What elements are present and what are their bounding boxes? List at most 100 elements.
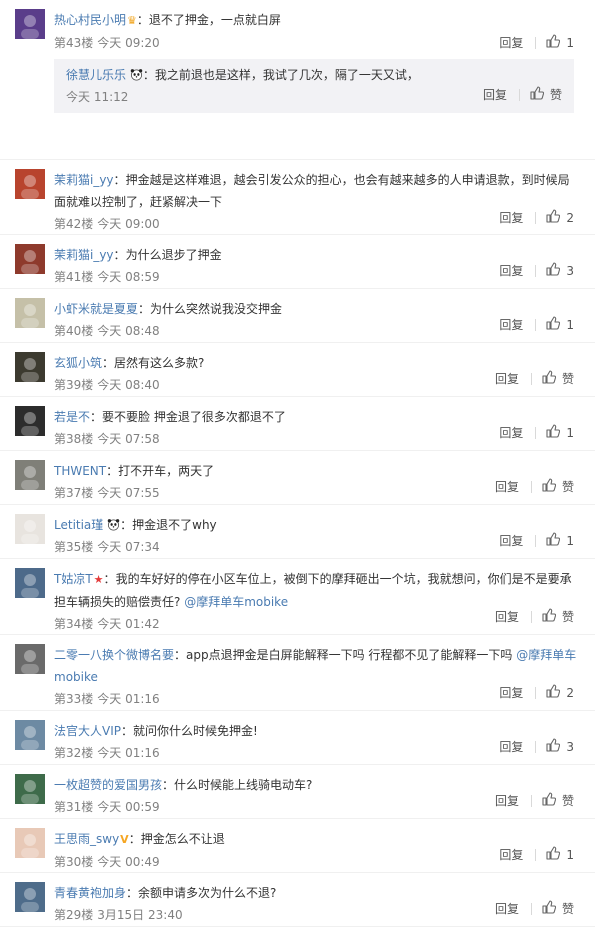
like-button[interactable]: 赞: [542, 792, 574, 809]
reply-button[interactable]: 回复: [495, 370, 531, 387]
avatar[interactable]: [15, 352, 45, 382]
like-count: 2: [566, 685, 574, 700]
comment-time: 今天 09:00: [97, 217, 160, 231]
comment-item: 玄狐小筑：居然有这么多款? 第39楼 今天 08:40 回复 赞: [0, 343, 595, 397]
like-button[interactable]: 1: [546, 316, 574, 333]
action-divider: [530, 480, 532, 493]
avatar[interactable]: [15, 514, 45, 544]
like-button[interactable]: 赞: [542, 478, 574, 495]
reply-button[interactable]: 回复: [499, 262, 535, 279]
reply-button[interactable]: 回复: [499, 684, 535, 701]
username-link[interactable]: 法官大人VIP: [54, 724, 121, 738]
like-button[interactable]: 赞: [542, 608, 574, 625]
like-button[interactable]: 赞: [542, 370, 574, 387]
like-count: 赞: [561, 480, 574, 494]
action-divider: [530, 372, 532, 385]
action-divider: [535, 318, 537, 331]
comment-text: 要不要脸 押金退了很多次都退不了: [102, 410, 286, 424]
username-link[interactable]: 徐慧儿乐乐: [66, 68, 126, 82]
comment-item: 热心村民小明♛：退不了押金，一点就白屏 第43楼 今天 09:20 回复 1 徐慧儿乐乐 …: [0, 0, 595, 160]
reply-button[interactable]: 回复: [499, 846, 535, 863]
like-count: 赞: [561, 902, 574, 916]
reply-button[interactable]: 回复: [499, 738, 535, 755]
comment-actions: 回复 3: [499, 262, 574, 279]
colon-separator: ：: [121, 724, 134, 738]
comment-item: 一枚超赞的爱国男孩：什么时候能上线骑电动车? 第31楼 今天 00:59 回复 赞: [0, 765, 595, 819]
action-divider: [530, 610, 532, 623]
reply-button[interactable]: 回复: [499, 209, 535, 226]
reply-button[interactable]: 回复: [499, 34, 535, 51]
comment-text: 我的车好好的停在小区车位上，被倒下的摩拜砸出一个坑，我就想问，你们是不是要承担车…: [54, 572, 572, 609]
comment-time: 今天 08:48: [97, 324, 160, 338]
like-button[interactable]: 赞: [542, 900, 574, 917]
comment-item: Letitia瑾 ：押金退不了why 第35楼 今天 07:34 回复 1: [0, 505, 595, 559]
comment-actions: 回复 1: [499, 34, 574, 51]
username-link[interactable]: 一枚超赞的爱国男孩: [54, 778, 162, 792]
username-link[interactable]: 茉莉猫i_yy: [54, 248, 114, 262]
reply-button[interactable]: 回复: [495, 792, 531, 809]
colon-separator: ：: [142, 68, 155, 82]
floor-number: 第32楼: [54, 746, 94, 760]
username-link[interactable]: 二零一八换个微博名要: [54, 648, 174, 662]
floor-number: 第41楼: [54, 270, 94, 284]
like-button[interactable]: 1: [546, 846, 574, 863]
comment-time: 3月15日 23:40: [97, 908, 183, 922]
like-button[interactable]: 2: [546, 684, 574, 701]
avatar[interactable]: [15, 406, 45, 436]
action-divider: [530, 902, 532, 915]
username-link[interactable]: THWENT: [54, 464, 106, 478]
subreply-actions: 回复 赞: [483, 86, 562, 103]
avatar[interactable]: [15, 882, 45, 912]
comment-text: 为什么突然说我没交押金: [150, 302, 283, 316]
username-link[interactable]: 热心村民小明: [54, 13, 126, 27]
avatar[interactable]: [15, 460, 45, 490]
reply-button[interactable]: 回复: [499, 532, 535, 549]
avatar[interactable]: [15, 720, 45, 750]
reply-button[interactable]: 回复: [483, 86, 519, 103]
comment-item: 法官大人VIP：就问你什么时候免押金! 第32楼 今天 01:16 回复 3: [0, 711, 595, 765]
comment-actions: 回复 2: [499, 209, 574, 226]
like-button[interactable]: 3: [546, 738, 574, 755]
reply-button[interactable]: 回复: [499, 424, 535, 441]
avatar[interactable]: [15, 169, 45, 199]
username-link[interactable]: 王思雨_swy: [54, 832, 119, 846]
reply-button[interactable]: 回复: [499, 316, 535, 333]
username-link[interactable]: T姑凉T: [54, 572, 93, 586]
avatar[interactable]: [15, 828, 45, 858]
comment-text: 押金怎么不让退: [140, 832, 225, 846]
avatar[interactable]: [15, 9, 45, 39]
comment-actions: 回复 赞: [495, 478, 574, 495]
thumbs-up-icon: [546, 532, 566, 549]
avatar[interactable]: [15, 568, 45, 598]
avatar[interactable]: [15, 774, 45, 804]
comment-text-line: 徐慧儿乐乐 ：我之前退也是这样，我试了几次，隔了一天又试，: [66, 64, 562, 86]
comment-text: app点退押金是白屏能解释一下吗 行程都不见了能解释一下吗: [186, 648, 513, 662]
like-count: 赞: [549, 88, 562, 102]
username-link[interactable]: 若是不: [54, 410, 90, 424]
like-button[interactable]: 1: [546, 34, 574, 51]
mention-link[interactable]: @摩拜单车mobike: [184, 595, 288, 609]
like-button[interactable]: 2: [546, 209, 574, 226]
like-button[interactable]: 3: [546, 262, 574, 279]
reply-button[interactable]: 回复: [495, 608, 531, 625]
reply-button[interactable]: 回复: [495, 478, 531, 495]
comment-item: 茉莉猫i_yy：押金越是这样难退，越会引发公众的担心，也会有越来越多的人申请退款…: [0, 160, 595, 235]
like-button[interactable]: 1: [546, 532, 574, 549]
reply-button[interactable]: 回复: [495, 900, 531, 917]
avatar[interactable]: [15, 644, 45, 674]
avatar[interactable]: [15, 244, 45, 274]
username-link[interactable]: 玄狐小筑: [54, 356, 102, 370]
username-link[interactable]: Letitia瑾: [54, 518, 103, 532]
avatar[interactable]: [15, 298, 45, 328]
username-link[interactable]: 小虾米就是夏夏: [54, 302, 138, 316]
username-link[interactable]: 茉莉猫i_yy: [54, 173, 114, 187]
like-count: 1: [566, 533, 574, 548]
floor-number: 第38楼: [54, 432, 94, 446]
thumbs-up-icon: [530, 86, 550, 103]
comment-item: THWENT：打不开车，两天了 第37楼 今天 07:55 回复 赞: [0, 451, 595, 505]
like-button[interactable]: 1: [546, 424, 574, 441]
like-button[interactable]: 赞: [530, 86, 562, 103]
username-link[interactable]: 青春黄袍加身: [54, 886, 126, 900]
comment-item: 茉莉猫i_yy：为什么退步了押金 第41楼 今天 08:59 回复 3: [0, 235, 595, 289]
comment-actions: 回复 赞: [495, 608, 574, 625]
